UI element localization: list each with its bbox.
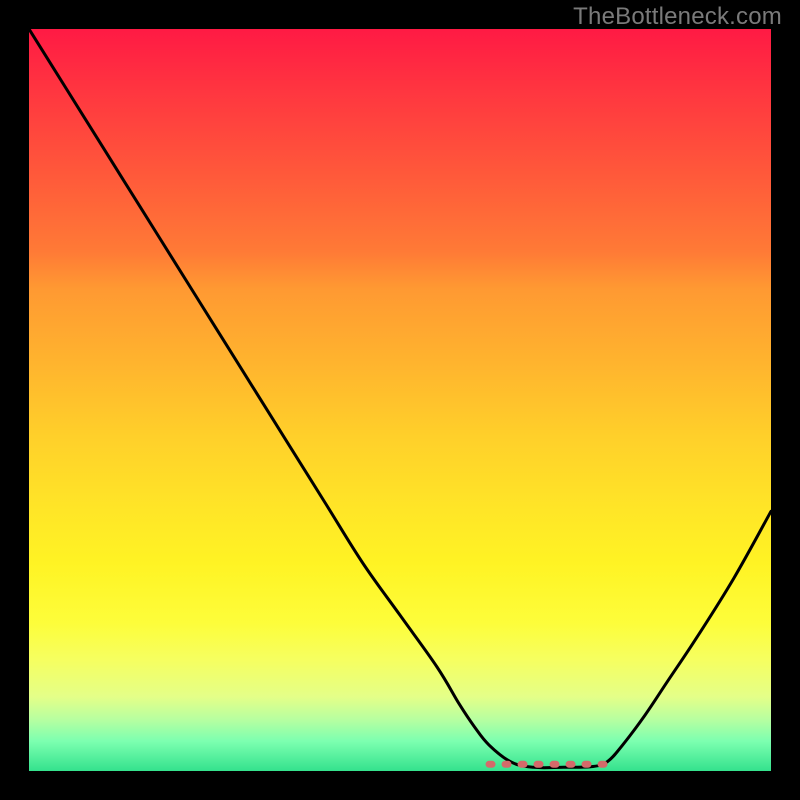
- bottleneck-curve-svg: [29, 29, 771, 771]
- watermark-text: TheBottleneck.com: [573, 3, 782, 31]
- plot-area: [29, 29, 771, 771]
- chart-container: TheBottleneck.com: [0, 0, 800, 800]
- bottleneck-curve: [29, 29, 771, 768]
